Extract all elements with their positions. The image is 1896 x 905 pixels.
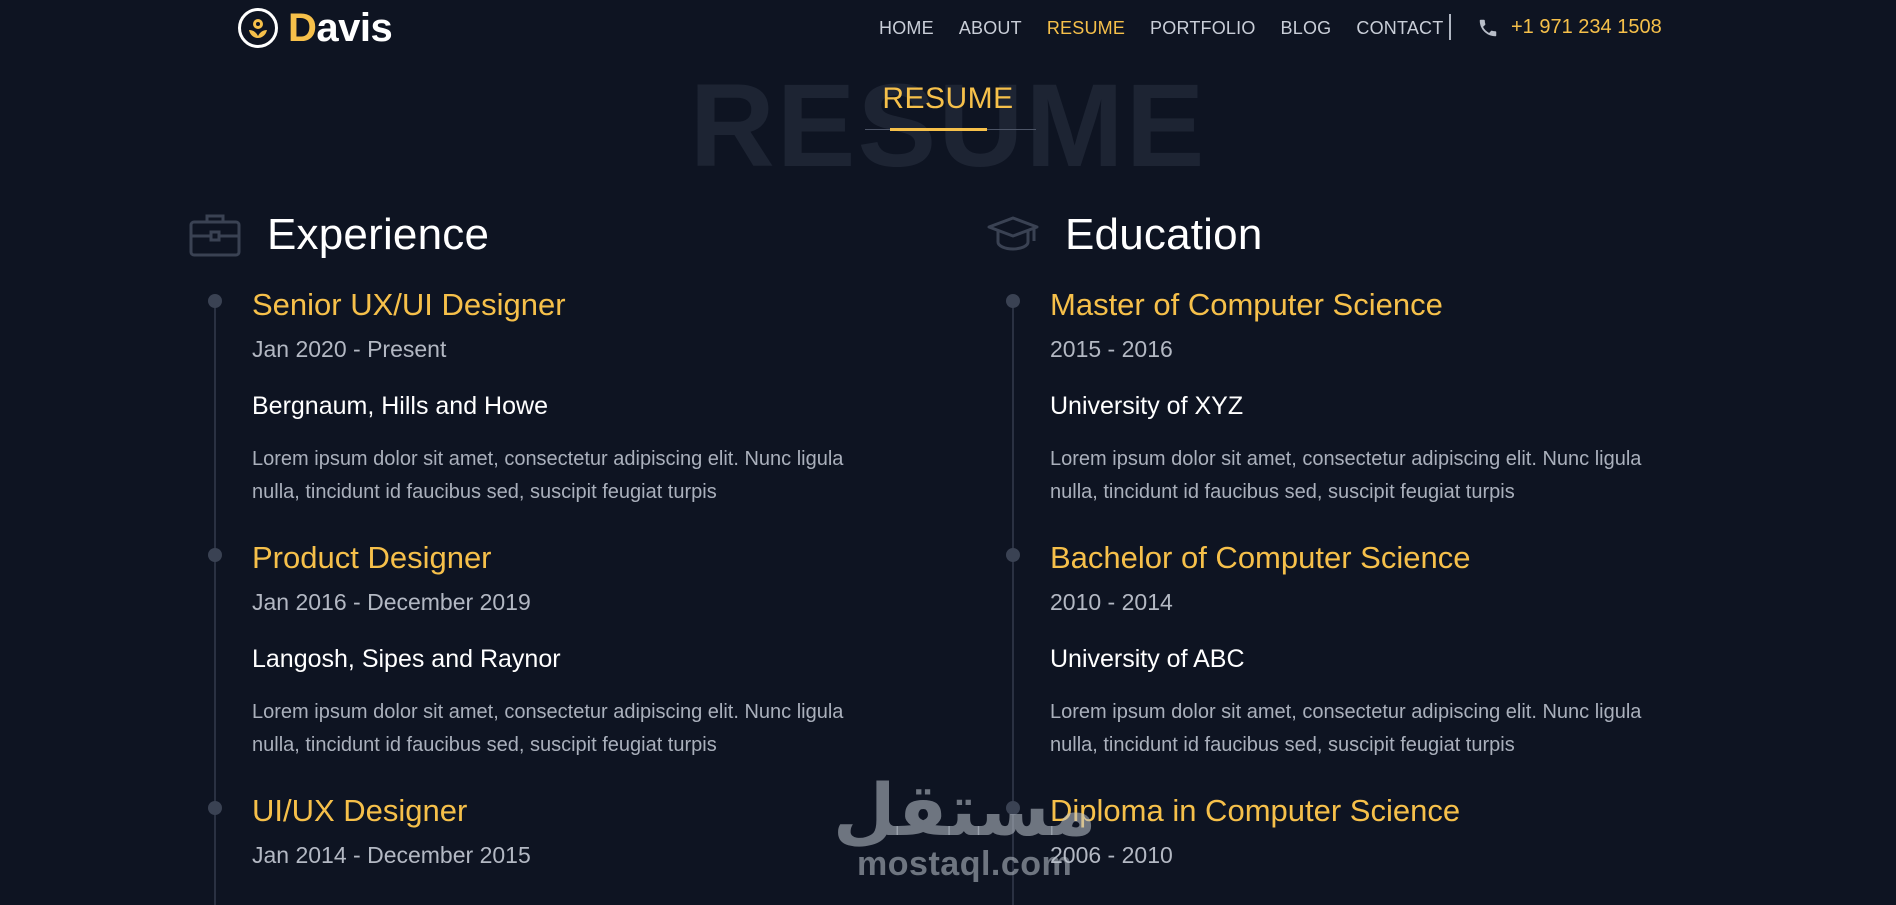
experience-heading: Experience: [267, 210, 490, 259]
nav-portfolio[interactable]: PORTFOLIO: [1150, 18, 1256, 39]
graduation-cap-icon: [987, 216, 1039, 251]
desc-line: nulla, tincidunt id faucibus sed, suscip…: [252, 734, 717, 756]
desc-line: nulla, tincidunt id faucibus sed, suscip…: [1050, 481, 1515, 503]
item-date: Jan 2014 - December 2015: [252, 842, 531, 868]
education-header: Education: [987, 210, 1263, 260]
desc-line: Lorem ipsum dolor sit amet, consectetur …: [252, 701, 844, 723]
item-date: 2015 - 2016: [1050, 336, 1173, 362]
nav-blog[interactable]: BLOG: [1281, 18, 1332, 39]
experience-item: Senior UX/UI Designer Jan 2020 - Present…: [252, 287, 892, 509]
item-description: Lorem ipsum dolor sit amet, consectetur …: [1050, 443, 1690, 509]
item-date: 2006 - 2010: [1050, 842, 1173, 868]
timeline-dot: [208, 548, 222, 562]
watermark-arabic: مستقل: [833, 771, 1097, 851]
desc-line: Lorem ipsum dolor sit amet, consectetur …: [252, 448, 844, 470]
item-title: Master of Computer Science: [1050, 287, 1443, 322]
item-school: University of ABC: [1050, 645, 1245, 673]
desc-line: Lorem ipsum dolor sit amet, consectetur …: [1050, 448, 1642, 470]
timeline-dot: [208, 801, 222, 815]
item-title: Senior UX/UI Designer: [252, 287, 566, 322]
timeline-dot: [208, 294, 222, 308]
briefcase-icon: [189, 214, 241, 257]
item-school: University of XYZ: [1050, 392, 1244, 420]
item-date: Jan 2020 - Present: [252, 336, 447, 362]
navbar: Davis HOME ABOUT RESUME PORTFOLIO BLOG C…: [0, 0, 1896, 56]
item-company: Langosh, Sipes and Raynor: [252, 645, 561, 673]
brand-name: Davis: [288, 6, 393, 50]
phone-icon: [1479, 19, 1497, 36]
nav-contact[interactable]: CONTACT: [1356, 18, 1443, 39]
item-title: Bachelor of Computer Science: [1050, 540, 1471, 575]
education-heading: Education: [1065, 210, 1263, 259]
education-item: Diploma in Computer Science 2006 - 2010: [1050, 793, 1460, 869]
nav-divider: [1449, 14, 1451, 40]
experience-header: Experience: [189, 210, 489, 260]
item-description: Lorem ipsum dolor sit amet, consectetur …: [1050, 696, 1690, 762]
brand-initial: D: [288, 6, 317, 50]
watermark-latin: mostaql.com: [857, 845, 1073, 883]
item-date: Jan 2016 - December 2019: [252, 589, 531, 615]
title-underline-accent: [890, 128, 987, 131]
item-title: Diploma in Computer Science: [1050, 793, 1461, 828]
education-item: Master of Computer Science 2015 - 2016 U…: [1050, 287, 1690, 509]
desc-line: nulla, tincidunt id faucibus sed, suscip…: [1050, 734, 1515, 756]
item-description: Lorem ipsum dolor sit amet, consectetur …: [252, 696, 892, 762]
item-description: Lorem ipsum dolor sit amet, consectetur …: [252, 443, 892, 509]
main-menu: HOME ABOUT RESUME PORTFOLIO BLOG CONTACT: [879, 18, 1468, 39]
nav-home[interactable]: HOME: [879, 18, 934, 39]
timeline-dot: [1006, 548, 1020, 562]
brand-logo[interactable]: Davis: [238, 6, 393, 50]
education-item: Bachelor of Computer Science 2010 - 2014…: [1050, 540, 1690, 762]
brand-rest: avis: [316, 6, 393, 50]
item-date: 2010 - 2014: [1050, 589, 1173, 615]
desc-line: Lorem ipsum dolor sit amet, consectetur …: [1050, 701, 1642, 723]
item-title: UI/UX Designer: [252, 793, 468, 828]
phone-link[interactable]: +1 971 234 1508: [1477, 16, 1662, 39]
phone-number: +1 971 234 1508: [1511, 16, 1662, 38]
experience-item: Product Designer Jan 2016 - December 201…: [252, 540, 892, 762]
desc-line: nulla, tincidunt id faucibus sed, suscip…: [252, 481, 717, 503]
nav-about[interactable]: ABOUT: [959, 18, 1022, 39]
mostaql-watermark: مستقل mostaql.com: [833, 771, 1097, 883]
flower-logo-icon: [238, 8, 278, 48]
nav-resume[interactable]: RESUME: [1047, 18, 1125, 39]
experience-item: UI/UX Designer Jan 2014 - December 2015: [252, 793, 531, 869]
item-company: Bergnaum, Hills and Howe: [252, 392, 548, 420]
item-title: Product Designer: [252, 540, 492, 575]
section-title: RESUME: [882, 82, 1014, 115]
timeline-dot: [1006, 294, 1020, 308]
